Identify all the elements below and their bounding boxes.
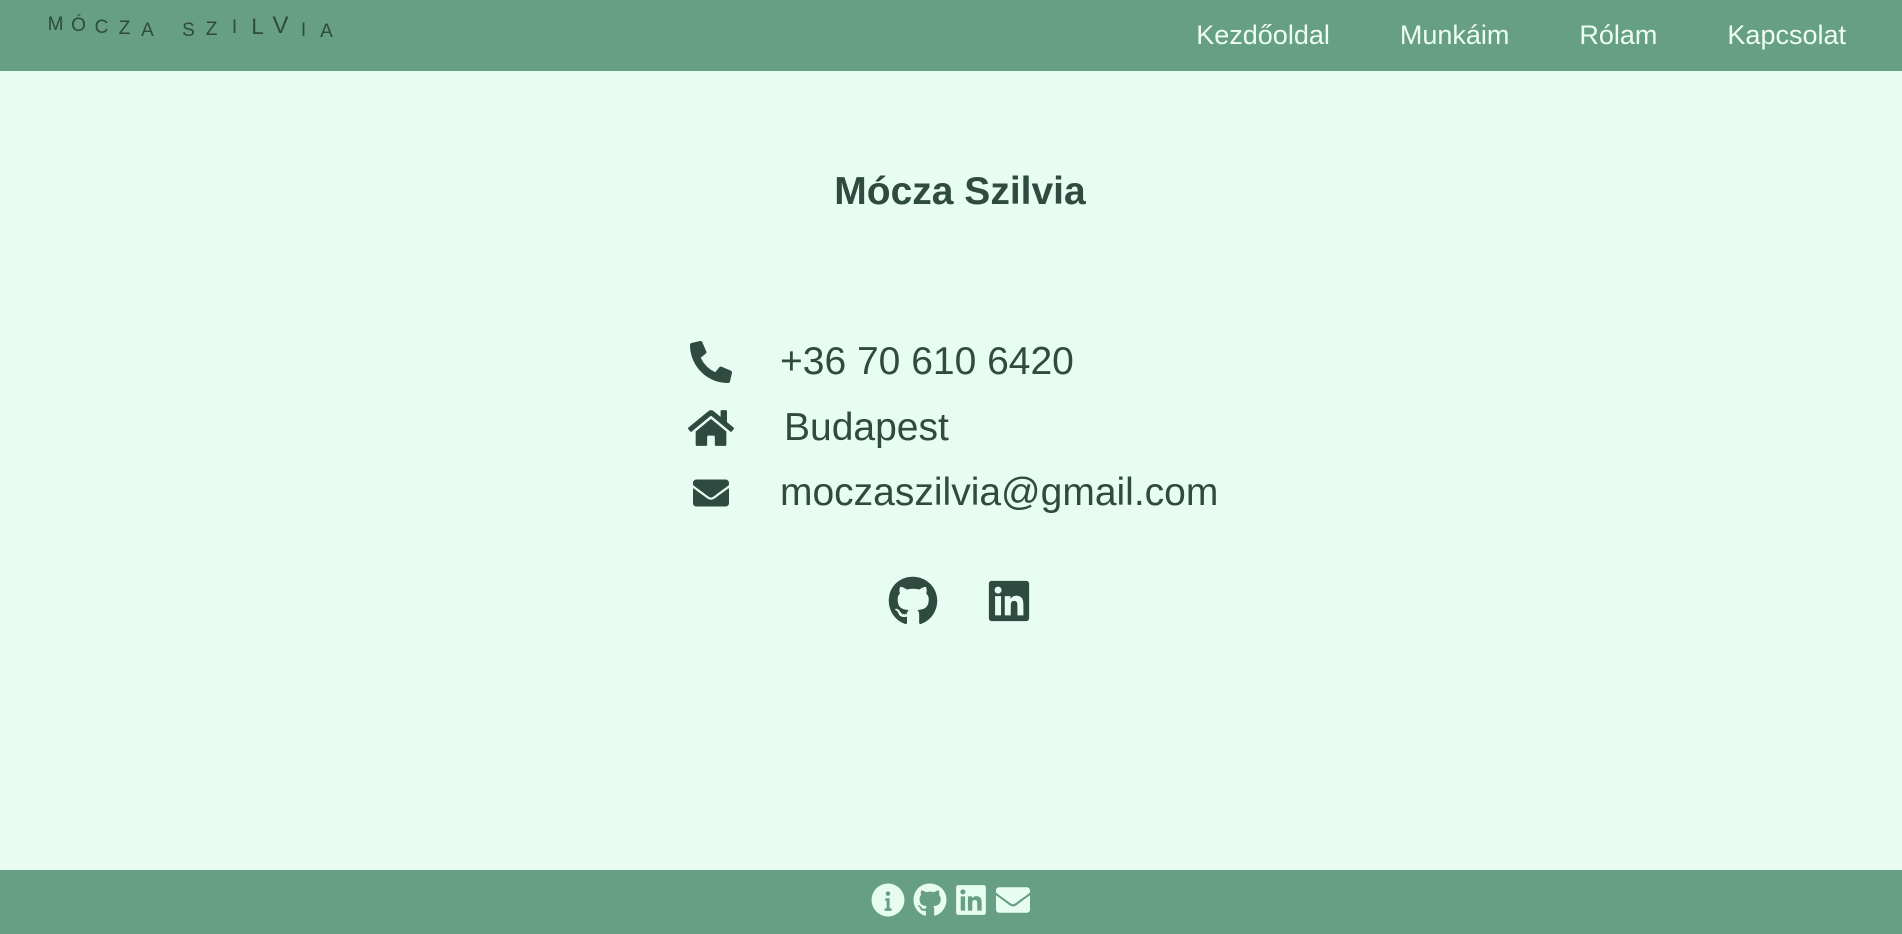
top-navbar: M Ó C Z A S Z I L V I A Kezdőoldal Munká… [0, 0, 1902, 71]
logo-letter: A [141, 20, 154, 41]
logo-letter: A [320, 21, 333, 42]
nav-link-home[interactable]: Kezdőoldal [1196, 20, 1330, 51]
nav-link-contact[interactable]: Kapcsolat [1727, 20, 1846, 51]
logo-letter: V [272, 12, 289, 39]
main-nav: Kezdőoldal Munkáim Rólam Kapcsolat [1196, 0, 1846, 71]
phone-icon [688, 339, 734, 385]
nav-link-about[interactable]: Rólam [1579, 20, 1657, 51]
logo-letter: S [182, 20, 195, 41]
logo-letter: C [94, 17, 109, 38]
logo-letter: Ó [71, 15, 86, 36]
social-links [888, 576, 1032, 631]
logo-letter: I [231, 17, 238, 38]
github-icon[interactable] [888, 576, 938, 631]
page-title: Mócza Szilvia [834, 170, 1086, 213]
contact-phone-row: +36 70 610 6420 [688, 337, 1074, 387]
footer [0, 870, 1902, 934]
logo-letter: Z [205, 19, 218, 40]
contact-location-text: Budapest [784, 406, 949, 449]
home-icon [688, 405, 734, 451]
logo-letter: Z [118, 18, 131, 39]
contact-email-text[interactable]: moczaszilvia@gmail.com [780, 471, 1218, 515]
linkedin-icon[interactable] [986, 578, 1032, 629]
site-logo[interactable]: M Ó C Z A S Z I L V I A [44, 12, 338, 43]
info-icon[interactable] [871, 883, 905, 922]
envelope-icon [688, 470, 734, 516]
contact-location-row: Budapest [688, 403, 949, 453]
linkedin-icon[interactable] [955, 883, 987, 922]
logo-letter: L [251, 14, 264, 39]
github-icon[interactable] [913, 883, 947, 922]
contact-email-row: moczaszilvia@gmail.com [688, 468, 1218, 518]
nav-link-works[interactable]: Munkáim [1400, 20, 1510, 51]
logo-letter: M [47, 14, 64, 35]
envelope-icon[interactable] [995, 883, 1031, 922]
logo-letter: I [300, 20, 307, 41]
contact-phone-text: +36 70 610 6420 [780, 340, 1074, 383]
